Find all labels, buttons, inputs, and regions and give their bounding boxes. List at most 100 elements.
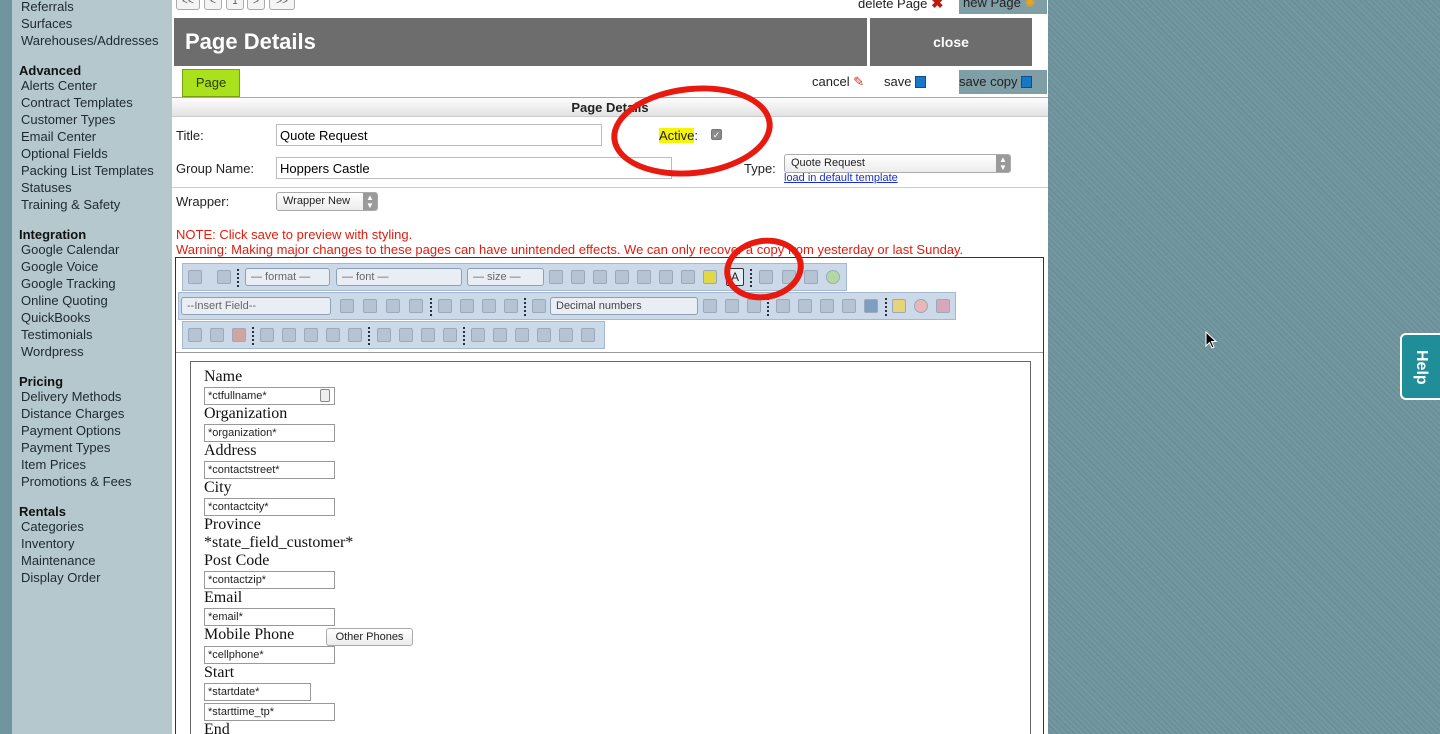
name-field[interactable]: *ctfullname* bbox=[204, 387, 335, 405]
insert-field-select[interactable]: --Insert Field-- bbox=[181, 297, 331, 315]
save-copy-button[interactable]: save copy bbox=[959, 70, 1047, 94]
postcode-field[interactable]: *contactzip* bbox=[204, 571, 335, 589]
outdent-icon[interactable] bbox=[703, 299, 717, 313]
delete-table-icon[interactable] bbox=[232, 328, 246, 342]
off-icon[interactable] bbox=[914, 299, 928, 313]
sidebar-item-item-prices[interactable]: Item Prices bbox=[21, 457, 86, 472]
other-phones-button[interactable]: Other Phones bbox=[326, 628, 413, 646]
start-date-field[interactable]: *startdate* bbox=[204, 683, 311, 701]
italic-icon[interactable] bbox=[571, 270, 585, 284]
font-select[interactable]: — font — bbox=[336, 268, 462, 286]
type-select[interactable]: Quote Request ▲ ▼ bbox=[784, 154, 1011, 173]
pager-prev-button[interactable]: < bbox=[204, 0, 222, 10]
editor-document[interactable]: Name *ctfullname* Organization *organiza… bbox=[190, 361, 1031, 734]
search-icon[interactable] bbox=[842, 299, 856, 313]
table-icon[interactable] bbox=[798, 299, 812, 313]
paste-row-before-icon[interactable] bbox=[559, 328, 573, 342]
email-field[interactable]: *email* bbox=[204, 608, 335, 626]
insert-row-after-icon[interactable] bbox=[304, 328, 318, 342]
undo-icon[interactable] bbox=[340, 299, 354, 313]
list-icon[interactable] bbox=[532, 299, 546, 313]
split-cells-icon[interactable] bbox=[493, 328, 507, 342]
insert-col-before-icon[interactable] bbox=[377, 328, 391, 342]
split-row-icon[interactable] bbox=[348, 328, 362, 342]
sidebar-item-google-tracking[interactable]: Google Tracking bbox=[21, 276, 116, 291]
eraser-icon[interactable] bbox=[936, 299, 950, 313]
sidebar-item-wordpress[interactable]: Wordpress bbox=[21, 344, 84, 359]
sidebar-item-google-voice[interactable]: Google Voice bbox=[21, 259, 98, 274]
sidebar-item-maintenance[interactable]: Maintenance bbox=[21, 553, 95, 568]
cancel-button[interactable]: cancel ✎ bbox=[812, 74, 864, 90]
align-right-icon[interactable] bbox=[482, 299, 496, 313]
sidebar-item-online-quoting[interactable]: Online Quoting bbox=[21, 293, 108, 308]
sidebar-item-warehouses[interactable]: Warehouses/Addresses bbox=[21, 33, 159, 48]
blockquote-icon[interactable] bbox=[747, 299, 761, 313]
delete-page-button[interactable]: delete Page ✖ bbox=[858, 0, 944, 12]
sidebar-item-alerts-center[interactable]: Alerts Center bbox=[21, 78, 97, 93]
sidebar-item-customer-types[interactable]: Customer Types bbox=[21, 112, 115, 127]
underline-icon[interactable] bbox=[593, 270, 607, 284]
save-button[interactable]: save bbox=[884, 74, 927, 89]
strikethrough-icon[interactable] bbox=[615, 270, 629, 284]
group-name-input[interactable] bbox=[276, 157, 672, 179]
subscript-icon[interactable] bbox=[637, 270, 651, 284]
start-time-field[interactable]: *starttime_tp* bbox=[204, 703, 335, 721]
sidebar-item-google-calendar[interactable]: Google Calendar bbox=[21, 242, 119, 257]
find-icon[interactable] bbox=[386, 299, 400, 313]
row-props-icon[interactable] bbox=[260, 328, 274, 342]
list-style-select[interactable]: Decimal numbers bbox=[550, 297, 698, 315]
sidebar-item-email-center[interactable]: Email Center bbox=[21, 129, 96, 144]
wrapper-select[interactable]: Wrapper New ▲ ▼ bbox=[276, 192, 378, 211]
sidebar-item-statuses[interactable]: Statuses bbox=[21, 180, 72, 195]
pager-first-button[interactable]: << bbox=[176, 0, 200, 10]
bold-icon[interactable] bbox=[549, 270, 563, 284]
insert-row-before-icon[interactable] bbox=[282, 328, 296, 342]
title-input[interactable] bbox=[276, 124, 602, 146]
mobile-phone-field[interactable]: *cellphone* bbox=[204, 646, 335, 664]
align-left-icon[interactable] bbox=[438, 299, 452, 313]
sidebar-item-categories[interactable]: Categories bbox=[21, 519, 84, 534]
close-button[interactable]: close bbox=[868, 18, 1032, 66]
cut-row-icon[interactable] bbox=[515, 328, 529, 342]
help-tab[interactable]: Help bbox=[1400, 333, 1440, 400]
tab-page[interactable]: Page bbox=[182, 69, 240, 97]
address-field[interactable]: *contactstreet* bbox=[204, 461, 335, 479]
image-icon[interactable] bbox=[864, 299, 878, 313]
sidebar-item-payment-options[interactable]: Payment Options bbox=[21, 423, 121, 438]
copy-row-icon[interactable] bbox=[537, 328, 551, 342]
horizontal-rule-icon[interactable] bbox=[776, 299, 790, 313]
new-page-button[interactable]: new Page ✺ bbox=[959, 0, 1047, 14]
insert-table-icon[interactable] bbox=[210, 328, 224, 342]
delete-col-icon[interactable] bbox=[421, 328, 435, 342]
print-icon[interactable] bbox=[409, 299, 423, 313]
info-icon[interactable] bbox=[826, 270, 840, 284]
settings-icon[interactable] bbox=[804, 270, 818, 284]
sidebar-item-quickbooks[interactable]: QuickBooks bbox=[21, 310, 90, 325]
load-default-template-link[interactable]: load in default template bbox=[784, 172, 898, 184]
table-props-icon[interactable] bbox=[188, 328, 202, 342]
delete-row-icon[interactable] bbox=[326, 328, 340, 342]
insert-col-after-icon[interactable] bbox=[399, 328, 413, 342]
sidebar-item-contract-templates[interactable]: Contract Templates bbox=[21, 95, 133, 110]
highlight-icon[interactable] bbox=[703, 270, 717, 284]
font-color-icon[interactable] bbox=[681, 270, 695, 284]
align-center-icon[interactable] bbox=[460, 299, 474, 313]
city-field[interactable]: *contactcity* bbox=[204, 498, 335, 516]
sidebar-item-delivery-methods[interactable]: Delivery Methods bbox=[21, 389, 121, 404]
sidebar-item-display-order[interactable]: Display Order bbox=[21, 570, 100, 585]
sidebar-item-distance-charges[interactable]: Distance Charges bbox=[21, 406, 124, 421]
pager-next-button[interactable]: > bbox=[247, 0, 265, 10]
move-icon[interactable] bbox=[188, 270, 202, 284]
sidebar-item-promotions-fees[interactable]: Promotions & Fees bbox=[21, 474, 132, 489]
sidebar-item-inventory[interactable]: Inventory bbox=[21, 536, 74, 551]
sidebar-item-referrals[interactable]: Referrals bbox=[21, 0, 74, 14]
pager-page-number[interactable]: 1 bbox=[226, 0, 244, 10]
paste-row-after-icon[interactable] bbox=[581, 328, 595, 342]
cell-props-icon[interactable] bbox=[443, 328, 457, 342]
sidebar-item-payment-types[interactable]: Payment Types bbox=[21, 440, 110, 455]
format-select[interactable]: — format — bbox=[245, 268, 330, 286]
sidebar-item-optional-fields[interactable]: Optional Fields bbox=[21, 146, 108, 161]
sidebar-item-training-safety[interactable]: Training & Safety bbox=[21, 197, 120, 212]
source-icon[interactable] bbox=[217, 270, 231, 284]
justify-icon[interactable] bbox=[504, 299, 518, 313]
